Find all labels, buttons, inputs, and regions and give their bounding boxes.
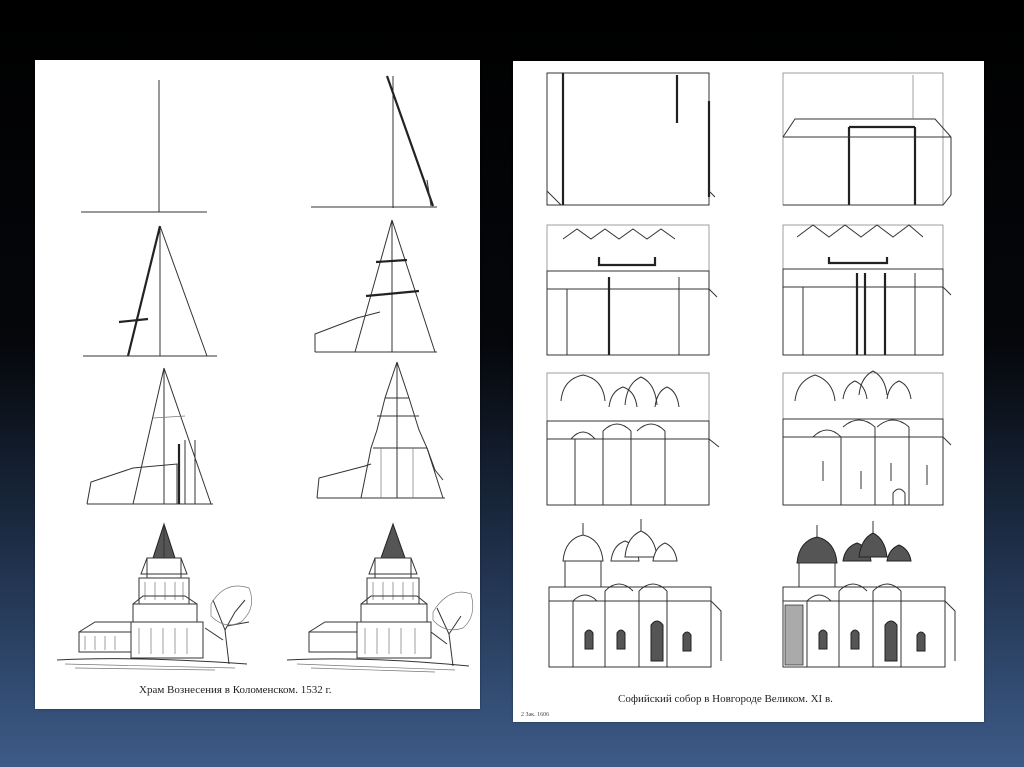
step-3-cone	[83, 225, 217, 357]
ascension-church-steps	[56, 75, 474, 673]
step-5-domes	[546, 372, 720, 506]
step-7-cathedral	[548, 519, 722, 668]
right-drawing-panel: Софийский собор в Новгороде Великом. XI …	[513, 61, 984, 722]
left-drawing-panel: Храм Вознесения в Коломенском. 1532 г.	[35, 60, 480, 709]
step-6-domes	[782, 370, 952, 506]
step-2-block	[782, 72, 952, 206]
step-1-block	[546, 72, 716, 206]
step-1-axis	[81, 80, 207, 213]
left-caption: Храм Вознесения в Коломенском. 1532 г.	[139, 684, 332, 696]
step-8-church	[286, 522, 474, 673]
step-5-structure	[86, 367, 213, 505]
step-2-axis	[311, 75, 437, 208]
sophia-cathedral-steps	[546, 72, 956, 668]
step-4-cone	[314, 219, 437, 353]
right-caption: Софийский собор в Новгороде Великом. XI …	[618, 693, 833, 705]
step-4-gables	[782, 224, 952, 356]
step-6-tiers	[316, 361, 445, 499]
step-8-cathedral	[782, 521, 956, 668]
page-footnote: 2 Зак. 1606	[521, 712, 550, 718]
step-7-church	[56, 522, 252, 671]
step-3-gables	[546, 224, 718, 356]
